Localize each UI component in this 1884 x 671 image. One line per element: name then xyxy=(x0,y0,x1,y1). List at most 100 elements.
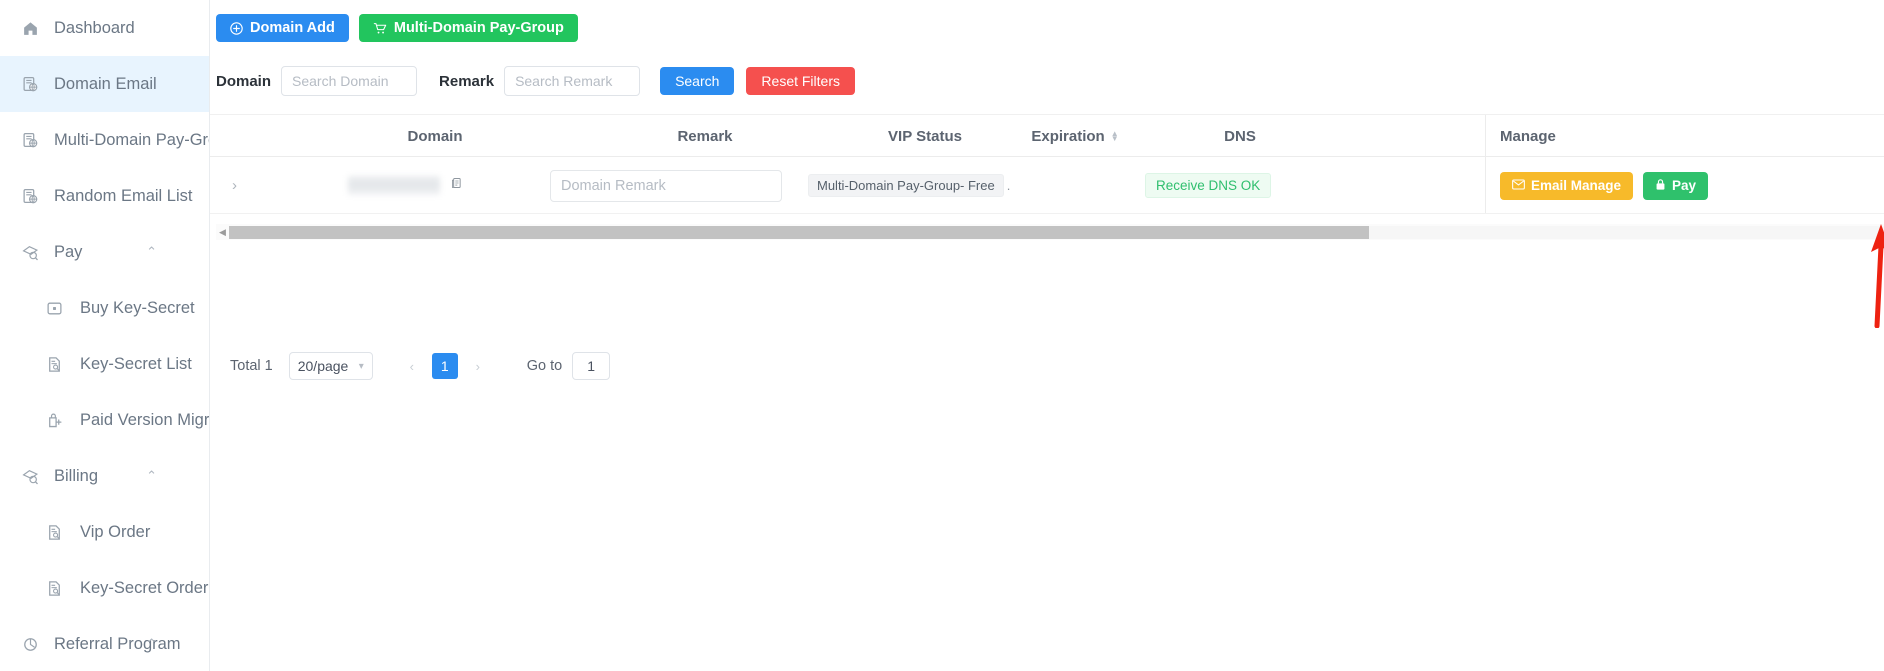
chevron-up-icon[interactable]: ⌃ xyxy=(146,468,157,484)
pagination-total: Total 1 xyxy=(230,358,273,374)
goto-page-input[interactable] xyxy=(572,352,611,380)
sidebar-item-label: Domain Email xyxy=(54,74,157,93)
sidebar-nav-list: Dashboard Domain Email Multi-Domain Pay-Gr… xyxy=(0,0,209,671)
list-icon xyxy=(44,522,64,542)
dns-status-badge: Receive DNS OK xyxy=(1145,173,1272,198)
column-header-manage[interactable]: Manage xyxy=(1500,115,1690,157)
sidebar-item-label: Referral Program xyxy=(54,634,181,653)
migration-icon xyxy=(44,410,64,430)
main-content: Domain Add Multi-Domain Pay-Group Domain… xyxy=(210,0,1884,671)
sidebar-item-referral-program[interactable]: Referral Program ⌃ xyxy=(0,616,209,671)
list-icon xyxy=(44,578,64,598)
sidebar-item-vip-order[interactable]: Vip Order xyxy=(0,504,209,560)
multi-domain-pay-group-button[interactable]: Multi-Domain Pay-Group xyxy=(358,14,578,42)
sidebar-item-label: Key-Secret List xyxy=(80,354,192,373)
filter-bar: Domain Remark Search Reset Filters xyxy=(216,66,1884,96)
sidebar-item-label: Dashboard xyxy=(54,18,135,37)
domain-add-button[interactable]: Domain Add xyxy=(216,14,349,42)
sidebar-item-label: Multi-Domain Pay-Group xyxy=(54,130,209,149)
remark-filter-label: Remark xyxy=(439,72,495,90)
remark-cell xyxy=(550,157,782,214)
chevron-right-icon: › xyxy=(232,177,237,194)
sidebar-item-domain-email[interactable]: Domain Email xyxy=(0,56,209,112)
pagination-prev-button[interactable]: ‹ xyxy=(399,353,425,379)
pagination-nav: ‹ 1 › xyxy=(399,353,491,379)
domain-filter-label: Domain xyxy=(216,72,272,90)
scrollbar-thumb[interactable] xyxy=(229,225,1369,239)
scroll-left-arrow-icon[interactable]: ◀ xyxy=(216,227,229,238)
pay-icon xyxy=(20,242,40,262)
sidebar-item-dashboard[interactable]: Dashboard xyxy=(0,0,209,56)
pay-label: Pay xyxy=(1672,178,1697,193)
sidebar-item-pay[interactable]: Pay ⌃ xyxy=(0,224,209,280)
chevron-up-icon[interactable]: ⌃ xyxy=(146,244,157,260)
sidebar-item-label: Buy Key-Secret xyxy=(80,298,195,317)
manage-column-divider xyxy=(1485,115,1486,156)
chevron-up-icon[interactable]: ⌃ xyxy=(146,636,157,652)
sidebar-item-label: Random Email List xyxy=(54,186,193,205)
copy-icon[interactable] xyxy=(450,176,463,195)
page-size-select[interactable]: 20/page ▾ xyxy=(288,352,373,380)
key-buy-icon xyxy=(44,298,64,318)
sidebar-item-paid-version-migration[interactable]: Paid Version Migration xyxy=(0,392,209,448)
sidebar-item-random-email-list[interactable]: Random Email List xyxy=(0,168,209,224)
manage-cell-divider xyxy=(1485,157,1486,213)
manage-cell: Email Manage Pay xyxy=(1500,157,1709,214)
sidebar-item-billing[interactable]: Billing ⌃ xyxy=(0,448,209,504)
home-icon xyxy=(20,18,40,38)
referral-icon xyxy=(20,634,40,654)
list-icon xyxy=(44,354,64,374)
lock-icon xyxy=(1655,178,1666,194)
plus-circle-icon xyxy=(230,21,243,35)
sidebar-item-label: Vip Order xyxy=(80,522,151,541)
table-header-row: Domain Remark VIP Status Expiration ▲ ▼ … xyxy=(210,115,1884,157)
sidebar-item-multi-domain-pay-group[interactable]: Multi-Domain Pay-Group xyxy=(0,112,209,168)
goto-label: Go to xyxy=(526,358,563,374)
column-header-expiration[interactable]: Expiration ▲ ▼ xyxy=(980,115,1170,157)
sidebar-item-label: Billing xyxy=(54,466,99,485)
sidebar-item-label: Paid Version Migration xyxy=(80,410,210,429)
sidebar-item-key-secret-list[interactable]: Key-Secret List xyxy=(0,336,209,392)
envelope-icon xyxy=(1512,178,1525,193)
domain-cell xyxy=(348,157,463,214)
expiration-cell xyxy=(980,157,1130,214)
search-domain-input[interactable] xyxy=(281,66,418,96)
billing-icon xyxy=(20,466,40,486)
search-button[interactable]: Search xyxy=(660,67,735,95)
column-header-dns[interactable]: DNS xyxy=(1145,115,1335,157)
domain-email-icon xyxy=(20,74,40,94)
pagination-goto: Go to xyxy=(526,352,611,380)
sidebar-item-label: Pay xyxy=(54,242,83,261)
sidebar-item-key-secret-order[interactable]: Key-Secret Order xyxy=(0,560,209,616)
domain-group-icon xyxy=(20,130,40,150)
pagination-page-1[interactable]: 1 xyxy=(431,353,458,379)
column-header-expiration-label: Expiration xyxy=(1031,127,1105,145)
multi-domain-pay-group-label: Multi-Domain Pay-Group xyxy=(393,20,564,36)
scrollbar-track[interactable] xyxy=(229,225,1884,239)
sort-toggle-icon[interactable]: ▲ ▼ xyxy=(1110,130,1119,143)
app-root: Dashboard Domain Email Multi-Domain Pay-Gr… xyxy=(0,0,1884,671)
row-expand-toggle[interactable]: › xyxy=(232,157,237,214)
pagination: Total 1 20/page ▾ ‹ 1 › Go to xyxy=(230,352,611,380)
reset-filters-button[interactable]: Reset Filters xyxy=(746,67,855,95)
pagination-next-button[interactable]: › xyxy=(465,353,491,379)
column-header-remark[interactable]: Remark xyxy=(610,115,800,157)
sidebar-item-buy-key-secret[interactable]: Buy Key-Secret xyxy=(0,280,209,336)
page-toolbar: Domain Add Multi-Domain Pay-Group xyxy=(210,0,1884,42)
domain-value-masked xyxy=(348,176,440,195)
sidebar: Dashboard Domain Email Multi-Domain Pay-Gr… xyxy=(0,0,210,671)
table-row: › Multi-Domain Pay-Group- Free . xyxy=(210,157,1884,214)
random-email-icon xyxy=(20,186,40,206)
chevron-down-icon: ▾ xyxy=(358,360,364,372)
column-header-domain[interactable]: Domain xyxy=(340,115,530,157)
domain-remark-input[interactable] xyxy=(550,169,782,202)
pay-button[interactable]: Pay xyxy=(1643,171,1709,200)
search-remark-input[interactable] xyxy=(504,66,641,96)
sidebar-item-label: Key-Secret Order xyxy=(80,578,209,597)
vip-status-badge: Multi-Domain Pay-Group- Free xyxy=(808,174,1004,197)
email-manage-button[interactable]: Email Manage xyxy=(1500,171,1634,200)
table-horizontal-scrollbar[interactable]: ◀ xyxy=(216,224,1884,240)
sort-desc-icon: ▼ xyxy=(1110,134,1119,143)
domain-add-label: Domain Add xyxy=(250,20,335,36)
cart-icon xyxy=(373,22,387,35)
